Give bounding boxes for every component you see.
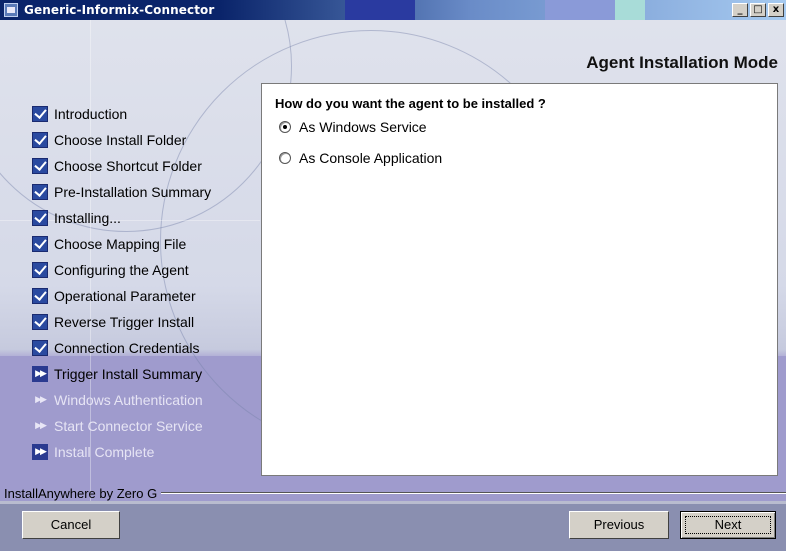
step-label: Start Connector Service (54, 418, 203, 434)
install-steps-list: Introduction Choose Install Folder Choos… (32, 101, 252, 465)
step-label: Choose Mapping File (54, 236, 187, 252)
window-controls: _ □ x (732, 3, 784, 17)
step-choose-install-folder: Choose Install Folder (32, 127, 252, 153)
option-label[interactable]: As Windows Service (299, 119, 427, 135)
window-title: Generic-Informix-Connector (24, 3, 215, 17)
check-icon (32, 158, 48, 174)
step-windows-authentication: ▶▶ Windows Authentication (32, 387, 252, 413)
step-label: Connection Credentials (54, 340, 200, 356)
step-label: Choose Install Folder (54, 132, 187, 148)
next-button[interactable]: Next (680, 511, 776, 539)
step-label: Installing... (54, 210, 121, 226)
step-choose-shortcut-folder: Choose Shortcut Folder (32, 153, 252, 179)
focus-ring (685, 516, 771, 534)
title-decoration (615, 0, 645, 20)
step-configuring-agent: Configuring the Agent (32, 257, 252, 283)
vendor-label: InstallAnywhere by Zero G (4, 485, 158, 501)
double-arrow-icon: ▶▶ (32, 366, 48, 382)
step-introduction: Introduction (32, 101, 252, 127)
step-label: Choose Shortcut Folder (54, 158, 202, 174)
installer-body: Agent Installation Mode Introduction Cho… (0, 20, 786, 551)
step-label: Configuring the Agent (54, 262, 189, 278)
title-decoration (545, 0, 615, 20)
step-install-complete: ▶▶ Install Complete (32, 439, 252, 465)
radio-button-selected[interactable] (279, 121, 291, 133)
step-reverse-trigger-install: Reverse Trigger Install (32, 309, 252, 335)
step-trigger-install-summary: ▶▶ Trigger Install Summary (32, 361, 252, 387)
maximize-button[interactable]: □ (750, 3, 766, 17)
check-icon (32, 314, 48, 330)
step-label: Operational Parameter (54, 288, 196, 304)
step-pre-installation-summary: Pre-Installation Summary (32, 179, 252, 205)
previous-button[interactable]: Previous (569, 511, 669, 539)
option-windows-service[interactable]: As Windows Service (279, 119, 427, 135)
title-bar: Generic-Informix-Connector _ □ x (0, 0, 786, 20)
double-arrow-icon: ▶▶ (32, 444, 48, 460)
close-button[interactable]: x (768, 3, 784, 17)
check-icon (32, 288, 48, 304)
step-label: Install Complete (54, 444, 155, 460)
cancel-button[interactable]: Cancel (22, 511, 120, 539)
check-icon (32, 184, 48, 200)
divider-line (161, 492, 786, 494)
double-arrow-icon: ▶▶ (35, 395, 47, 405)
title-decoration (345, 0, 415, 20)
step-installing: Installing... (32, 205, 252, 231)
minimize-button[interactable]: _ (732, 3, 748, 17)
step-label: Trigger Install Summary (54, 366, 203, 382)
option-label[interactable]: As Console Application (299, 150, 442, 166)
button-bar-highlight (0, 501, 786, 504)
check-icon (32, 340, 48, 356)
install-question: How do you want the agent to be installe… (275, 96, 546, 111)
step-operational-parameter: Operational Parameter (32, 283, 252, 309)
check-icon (32, 106, 48, 122)
option-console-application[interactable]: As Console Application (279, 150, 442, 166)
page-title: Agent Installation Mode (586, 53, 778, 72)
radio-button[interactable] (279, 152, 291, 164)
step-start-connector-service: ▶▶ Start Connector Service (32, 413, 252, 439)
step-label: Introduction (54, 106, 128, 122)
check-icon (32, 210, 48, 226)
step-label: Reverse Trigger Install (54, 314, 195, 330)
check-icon (32, 262, 48, 278)
step-label: Pre-Installation Summary (54, 184, 212, 200)
app-window-icon[interactable] (4, 3, 18, 17)
double-arrow-icon: ▶▶ (35, 421, 47, 431)
vendor-divider: InstallAnywhere by Zero G (2, 485, 786, 501)
button-bar: Cancel Previous Next (0, 501, 786, 551)
step-choose-mapping-file: Choose Mapping File (32, 231, 252, 257)
step-connection-credentials: Connection Credentials (32, 335, 252, 361)
check-icon (32, 132, 48, 148)
content-panel: How do you want the agent to be installe… (261, 83, 778, 476)
check-icon (32, 236, 48, 252)
step-label: Windows Authentication (54, 392, 203, 408)
